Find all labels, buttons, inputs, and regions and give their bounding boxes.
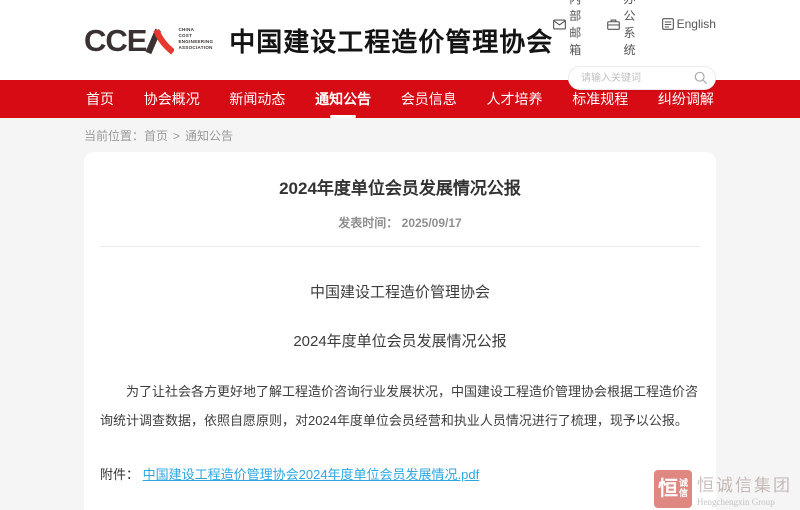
nav-item-6[interactable]: 标准规程 — [570, 85, 630, 113]
quick-link-label: English — [677, 17, 716, 31]
attachment-link[interactable]: 中国建设工程造价管理协会2024年度单位会员发展情况.pdf — [143, 467, 480, 482]
hengchengxin-watermark: 恒 诚 信 恒诚信集团 Hengchengxin Group — [654, 470, 792, 508]
title-divider — [100, 246, 700, 247]
hengchengxin-stamp-icon: 恒 诚 信 — [654, 470, 692, 508]
attachment-row: 附件： 中国建设工程造价管理协会2024年度单位会员发展情况.pdf — [100, 464, 700, 483]
nav-item-0[interactable]: 首页 — [84, 85, 116, 113]
translate-icon — [662, 18, 674, 30]
site-logo[interactable]: CCE CHINACOSTENGINEERINGASSOCIATION 中国建设… — [84, 22, 553, 59]
search-icon[interactable] — [694, 71, 708, 85]
article-title: 2024年度单位会员发展情况公报 — [100, 174, 700, 199]
site-header: CCE CHINACOSTENGINEERINGASSOCIATION 中国建设… — [0, 0, 800, 80]
quick-link-translate[interactable]: English — [662, 0, 716, 58]
stamp-main-char: 恒 — [658, 479, 678, 499]
mail-icon — [553, 19, 566, 30]
quick-link-briefcase[interactable]: 办公系统 — [607, 0, 645, 58]
watermark-name-en: Hengchengxin Group — [697, 497, 792, 507]
watermark-name-cn: 恒诚信集团 — [697, 471, 792, 496]
quick-link-label: 办公系统 — [623, 0, 645, 58]
site-title: 中国建设工程造价管理协会 — [229, 22, 553, 59]
quick-link-label: 内部邮箱 — [569, 0, 591, 58]
logo-wordmark: CCE — [84, 25, 146, 56]
briefcase-icon — [607, 19, 620, 30]
ccea-logo-mark: CCE — [84, 25, 174, 56]
breadcrumb-item-0[interactable]: 首页 — [144, 129, 168, 143]
nav-item-2[interactable]: 新闻动态 — [227, 85, 287, 113]
nav-item-3[interactable]: 通知公告 — [313, 85, 373, 113]
attachment-label: 附件： — [100, 467, 139, 482]
document-org-line: 中国建设工程造价管理协会 — [100, 281, 700, 302]
quick-link-mail[interactable]: 内部邮箱 — [553, 0, 591, 58]
logo-a-swoosh-icon — [144, 27, 174, 56]
nav-item-4[interactable]: 会员信息 — [399, 85, 459, 113]
logo-subtext-line: ASSOCIATION — [178, 45, 213, 51]
breadcrumb: 当前位置：首页 > 通知公告 — [84, 127, 800, 144]
nav-item-7[interactable]: 纠纷调解 — [656, 85, 716, 113]
document-title-line: 2024年度单位会员发展情况公报 — [100, 330, 700, 351]
publish-time-value: 2025/09/17 — [402, 216, 462, 230]
article-card: 2024年度单位会员发展情况公报 发表时间： 2025/09/17 中国建设工程… — [84, 152, 716, 510]
quick-links: 内部邮箱 办公系统 English — [553, 0, 716, 58]
breadcrumb-separator: > — [173, 129, 180, 143]
main-nav: 首页协会概况新闻动态通知公告会员信息人才培养标准规程纠纷调解 — [0, 80, 800, 118]
nav-item-5[interactable]: 人才培养 — [485, 85, 545, 113]
nav-item-1[interactable]: 协会概况 — [142, 85, 202, 113]
breadcrumb-prefix: 当前位置： — [84, 129, 144, 143]
breadcrumb-item-1[interactable]: 通知公告 — [185, 129, 233, 143]
publish-time-label: 发表时间： — [338, 216, 398, 230]
document-paragraph: 为了让社会各方更好地了解工程造价咨询行业发展状况，中国建设工程造价管理协会根据工… — [100, 377, 700, 436]
stamp-side-bottom-char: 信 — [679, 489, 688, 499]
publish-time: 发表时间： 2025/09/17 — [100, 214, 700, 231]
logo-subtext: CHINACOSTENGINEERINGASSOCIATION — [178, 27, 213, 51]
